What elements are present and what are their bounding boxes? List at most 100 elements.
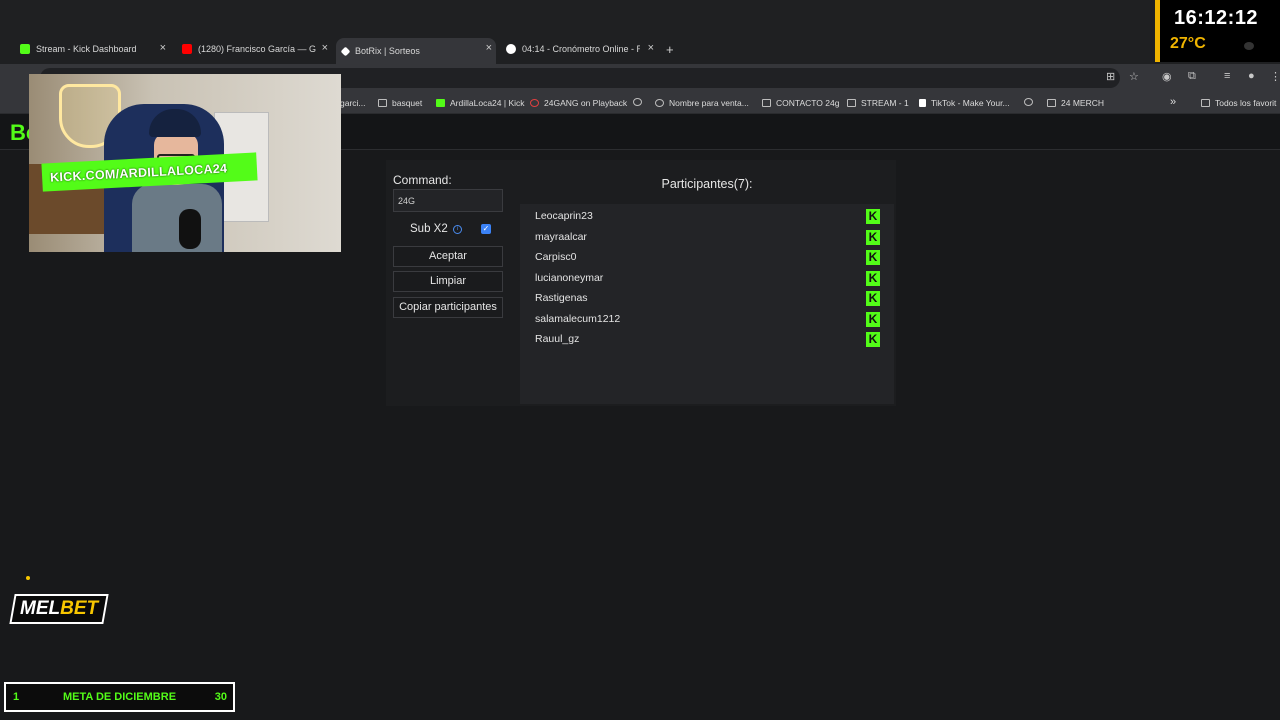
bookmark-label: Nombre para venta... (669, 98, 749, 108)
close-icon[interactable]: × (648, 42, 654, 54)
bookmark-item[interactable]: CONTACTO 24g (762, 98, 839, 108)
bookmark-item[interactable]: garci... (340, 98, 366, 108)
sponsor-part2: BET (60, 598, 99, 619)
participant-name: Carpisc0 (535, 251, 577, 263)
list-item[interactable]: Leocaprin23 K (535, 206, 880, 226)
tab-title: 04:14 - Cronómetro Online - Re (522, 44, 640, 54)
kick-icon: K (866, 270, 880, 286)
bookmark-item[interactable]: ArdillaLoca24 | Kick (436, 98, 525, 108)
microphone-icon (179, 209, 201, 249)
folder-icon (1201, 99, 1210, 107)
copy-participants-button[interactable]: Copiar participantes (393, 297, 503, 318)
bookmark-label: 24 MERCH (1061, 98, 1104, 108)
command-label: Command: (393, 173, 452, 187)
folder-icon (378, 99, 387, 107)
sponsor-logo: MELBET (9, 594, 109, 624)
sponsor-text: MELBET (20, 596, 98, 622)
tab-botrix-sorteos[interactable]: BotRix | Sorteos × (336, 38, 496, 64)
goal-bar: 1 META DE DICIEMBRE 30 (4, 682, 235, 712)
participants-title: Participantes(7): (661, 177, 753, 191)
youtube-icon (182, 44, 192, 54)
globe-icon (655, 99, 664, 107)
bookmark-label: garci... (340, 98, 366, 108)
participant-name: mayraalcar (535, 231, 587, 243)
clock-time: 16:12:12 (1174, 7, 1259, 29)
tab-title: Stream - Kick Dashboard (36, 44, 137, 54)
participant-name: salamalecum1212 (535, 313, 621, 325)
folder-icon (847, 99, 856, 107)
list-item[interactable]: lucianoneymar K (535, 268, 880, 288)
chevron-icon[interactable]: » (1170, 96, 1176, 108)
list-item[interactable]: Rauul_gz K (535, 329, 880, 349)
weather-icon (1244, 42, 1254, 50)
folder-icon (762, 99, 771, 107)
globe-icon (1024, 98, 1033, 106)
bookmark-item[interactable] (633, 98, 647, 106)
kick-icon: K (866, 208, 880, 224)
botrix-icon (340, 46, 351, 56)
bookmark-item[interactable]: 24GANG on Playback (530, 98, 627, 108)
bookmark-item[interactable]: TikTok - Make Your... (919, 98, 1010, 108)
temperature: 27°C (1170, 35, 1206, 52)
accept-button[interactable]: Aceptar (393, 246, 503, 267)
tiktok-icon (919, 99, 926, 107)
media-icon[interactable]: ≡ (1224, 70, 1230, 82)
goal-label: META DE DICIEMBRE (62, 691, 177, 703)
bookmark-item[interactable]: Nombre para venta... (655, 98, 749, 108)
bookmark-label: ArdillaLoca24 | Kick (450, 98, 525, 108)
star-icon[interactable]: ☆ (1129, 70, 1139, 83)
tab-youtube[interactable]: (1280) Francisco García — Greg × (176, 38, 332, 60)
tab-title: BotRix | Sorteos (355, 46, 420, 56)
translate-icon[interactable]: ⊞ (1106, 70, 1115, 83)
cap-icon (149, 109, 201, 137)
bookmark-label: CONTACTO 24g (776, 98, 840, 108)
folder-icon (1047, 99, 1056, 107)
command-input[interactable]: 24G (393, 189, 503, 212)
menu-icon[interactable]: ⋮ (1270, 70, 1280, 83)
close-icon[interactable]: × (160, 42, 166, 54)
close-icon[interactable]: × (322, 42, 328, 54)
bookmark-label: basquet (392, 98, 423, 108)
kick-icon: K (866, 229, 880, 245)
bookmark-label: 24GANG on Playback (544, 98, 628, 108)
kick-icon (436, 99, 445, 107)
bookmark-label: STREAM - 1 (861, 98, 909, 108)
participant-name: Rauul_gz (535, 333, 580, 345)
info-icon[interactable]: i (452, 224, 462, 234)
bookmark-item[interactable]: basquet (378, 98, 422, 108)
new-tab-button[interactable]: + (666, 42, 674, 57)
kick-icon: K (866, 249, 880, 265)
tab-cronometro[interactable]: 04:14 - Cronómetro Online - Re × (500, 38, 658, 60)
bookmark-item[interactable]: STREAM - 1 (847, 98, 909, 108)
sub-x2-row: Sub X2 i (410, 223, 462, 235)
incognito-icon[interactable]: ◉ (1162, 70, 1172, 83)
kick-icon: K (866, 290, 880, 306)
sparkle-icon (26, 576, 30, 580)
close-icon[interactable]: × (486, 42, 492, 54)
bookmark-item[interactable]: 24 MERCH (1047, 98, 1104, 108)
extensions-icon[interactable]: ⧉ (1188, 70, 1196, 83)
bookmark-item[interactable] (1024, 98, 1038, 106)
list-item[interactable]: Rastigenas K (535, 288, 880, 308)
participant-name: lucianoneymar (535, 272, 604, 284)
list-item[interactable]: salamalecum1212 K (535, 309, 880, 329)
browser-tab-bar: Stream - Kick Dashboard × (1280) Francis… (0, 0, 1280, 64)
kick-icon: K (866, 331, 880, 347)
sub-x2-label: Sub X2 (410, 223, 448, 235)
goal-end: 30 (214, 691, 227, 703)
sub-x2-checkbox[interactable]: ✓ (481, 224, 491, 234)
participant-name: Rastigenas (535, 292, 588, 304)
clock-overlay: 16:12:12 27°C (1155, 0, 1280, 62)
sponsor-part1: MEL (20, 598, 61, 619)
bookmark-item[interactable]: Todos los favorit (1201, 98, 1276, 108)
tab-kick-dashboard[interactable]: Stream - Kick Dashboard × (14, 38, 170, 60)
streamer-torso (132, 184, 222, 252)
list-item[interactable]: mayraalcar K (535, 227, 880, 247)
clear-button[interactable]: Limpiar (393, 271, 503, 292)
list-item[interactable]: Carpisc0 K (535, 247, 880, 267)
avatar[interactable]: ● (1248, 70, 1255, 82)
bookmark-label: Todos los favorit (1215, 98, 1277, 108)
participant-name: Leocaprin23 (535, 210, 593, 222)
kick-icon: K (866, 311, 880, 327)
participants-list: Leocaprin23 K mayraalcar K Carpisc0 K lu… (520, 204, 894, 404)
